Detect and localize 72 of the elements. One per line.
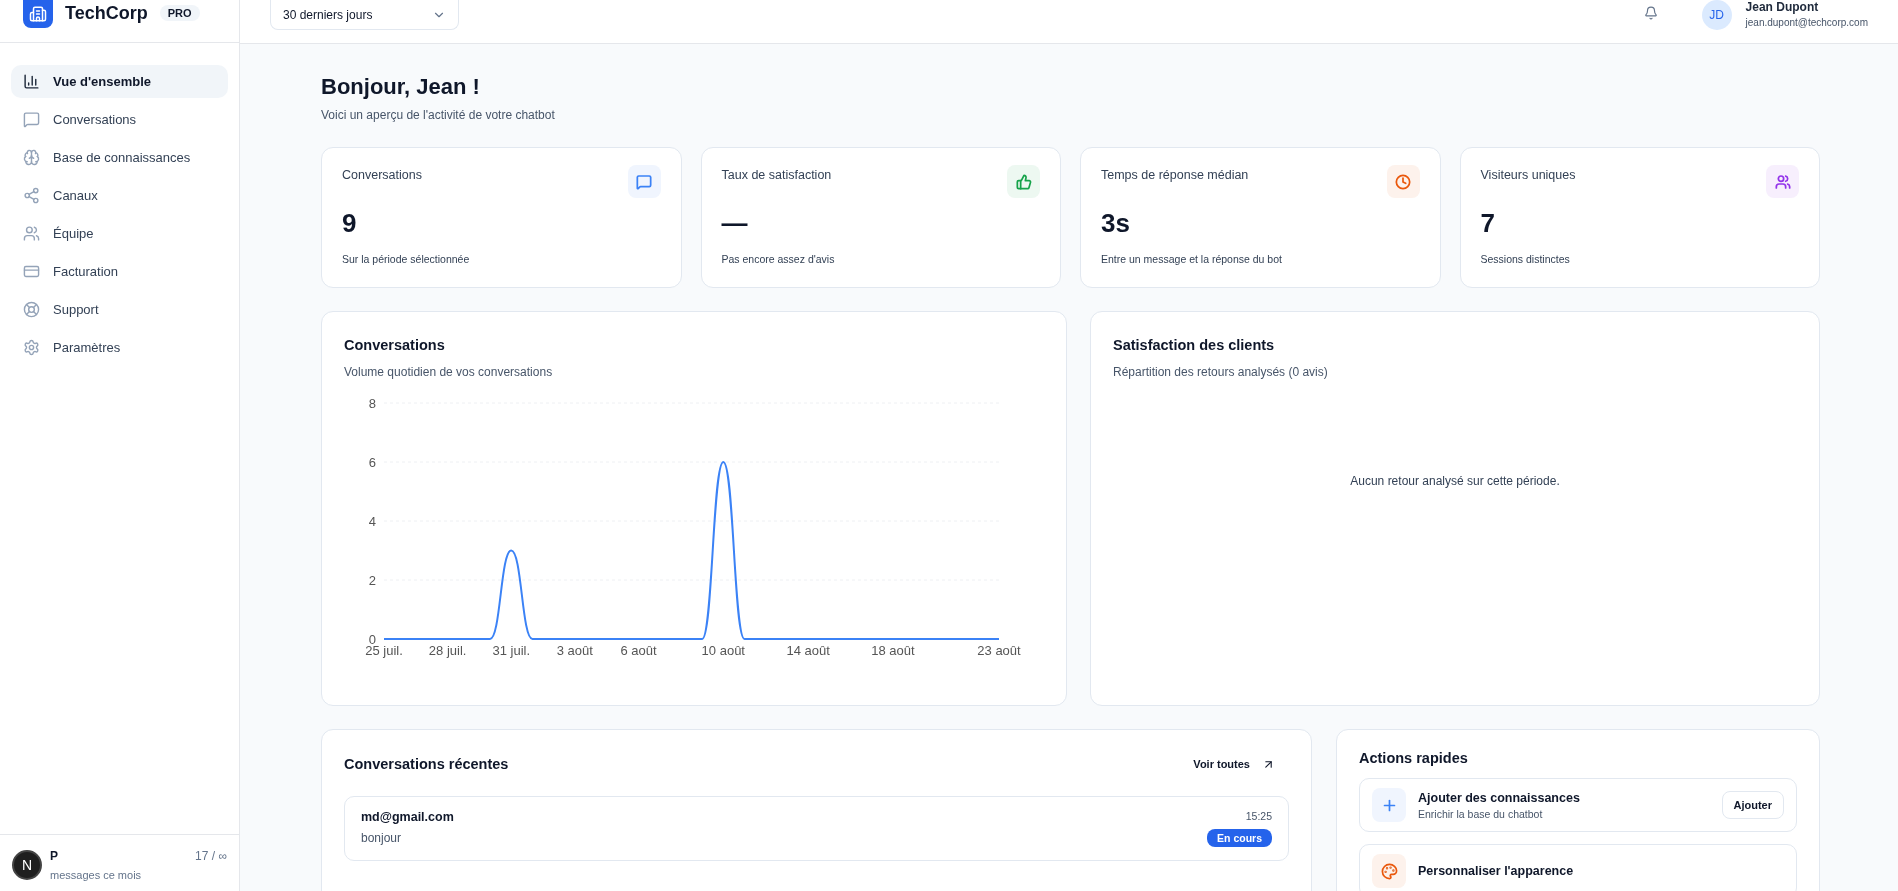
usage-caption: messages ce mois <box>50 869 143 881</box>
stat-label: Visiteurs uniques <box>1480 168 1576 182</box>
sidebar-item[interactable]: Vue d'ensemble <box>11 65 228 98</box>
stat-value: 9 <box>342 208 358 239</box>
conversation-item[interactable]: md@gmail.com bonjour 15:25 En cours <box>344 796 1289 861</box>
quick-action[interactable]: Personnaliser l'apparence <box>1359 844 1797 891</box>
user-email: jean.dupont@techcorp.com <box>1745 17 1868 28</box>
action-button[interactable]: Ajouter <box>1721 791 1784 819</box>
axis-tick-label: 3 août <box>556 643 593 658</box>
user-name: Jean Dupont <box>1745 0 1820 14</box>
conversation-email: md@gmail.com <box>361 810 454 824</box>
sidebar-item[interactable]: Canaux <box>11 179 228 212</box>
stat-caption: Sessions distinctes <box>1480 253 1571 265</box>
stat-value: 7 <box>1480 208 1496 239</box>
brand-name: TechCorp <box>65 2 148 25</box>
stat-caption: Pas encore assez d'avis <box>721 253 836 265</box>
card-subtitle: Volume quotidien de vos conversations <box>344 365 554 379</box>
plan-badge: PRO <box>159 5 200 21</box>
page-title: Bonjour, Jean ! <box>321 74 481 100</box>
action-title: Personnaliser l'apparence <box>1418 864 1575 878</box>
stat-label: Taux de satisfaction <box>721 168 832 182</box>
axis-tick-label: 2 <box>368 573 376 588</box>
period-select[interactable]: 30 derniers jours <box>270 0 459 30</box>
quick-action[interactable]: Ajouter des connaissances Enrichir la base du chatbot Ajouter <box>1359 778 1797 832</box>
sidebar-item[interactable]: Équipe <box>11 217 228 250</box>
axis-tick-label: 28 juil. <box>428 643 467 658</box>
axis-tick-label: 4 <box>368 514 376 529</box>
nav-icon <box>23 263 40 280</box>
card-title: Conversations récentes <box>344 756 509 772</box>
conversation-message: bonjour <box>361 831 402 845</box>
stat-caption: Entre un message et la réponse du bot <box>1101 253 1283 265</box>
empty-state-text: Aucun retour analysé sur cette période. <box>1350 474 1560 488</box>
nav-icon <box>23 301 40 318</box>
card-title: Actions rapides <box>1359 750 1469 766</box>
card-title: Satisfaction des clients <box>1113 337 1276 353</box>
nav-icon <box>23 149 40 166</box>
status-badge: En cours <box>1207 829 1272 847</box>
stat-value: — <box>721 208 749 239</box>
nav-icon <box>23 111 40 128</box>
card-subtitle: Répartition des retours analysés (0 avis) <box>1113 365 1329 379</box>
stat-value: 3s <box>1101 208 1131 239</box>
stat-label: Temps de réponse médian <box>1101 168 1249 182</box>
stat-label: Conversations <box>342 168 422 182</box>
user-avatar[interactable]: JD <box>1701 0 1732 30</box>
stat-caption: Sur la période sélectionnée <box>342 253 471 265</box>
sidebar-item[interactable]: Support <box>11 293 228 326</box>
action-title: Ajouter des connaissances <box>1418 790 1581 805</box>
axis-tick-label: 6 août <box>620 643 657 658</box>
usage-count: 17 / ∞ <box>195 849 227 863</box>
card-title: Conversations <box>344 337 446 353</box>
sidebar-item[interactable]: Paramètres <box>11 331 228 364</box>
conversation-time: 15:25 <box>1245 810 1272 822</box>
notifications-button[interactable] <box>1643 6 1658 20</box>
axis-tick-label: 14 août <box>786 643 830 658</box>
axis-tick-label: 10 août <box>701 643 745 658</box>
view-all-link[interactable]: Voir toutes <box>1193 757 1275 771</box>
nav-icon <box>23 187 40 204</box>
axis-tick-label: 23 août <box>977 643 1021 658</box>
dev-tools-button[interactable]: N <box>12 850 42 880</box>
axis-tick-label: 31 juil. <box>492 643 531 658</box>
axis-tick-label: 6 <box>368 455 376 470</box>
sidebar-item[interactable]: Conversations <box>11 103 228 136</box>
axis-tick-label: 18 août <box>871 643 915 658</box>
nav-icon <box>23 225 40 242</box>
nav-icon <box>23 339 40 356</box>
nav-icon <box>23 73 40 90</box>
sidebar-item[interactable]: Base de connaissances <box>11 141 228 174</box>
axis-tick-label: 8 <box>368 396 376 411</box>
action-caption: Enrichir la base du chatbot <box>1418 807 1544 820</box>
usage-label: P <box>50 849 58 863</box>
sidebar-item[interactable]: Facturation <box>11 255 228 288</box>
page-subtitle: Voici un aperçu de l'activité de votre chatbot <box>321 108 556 122</box>
